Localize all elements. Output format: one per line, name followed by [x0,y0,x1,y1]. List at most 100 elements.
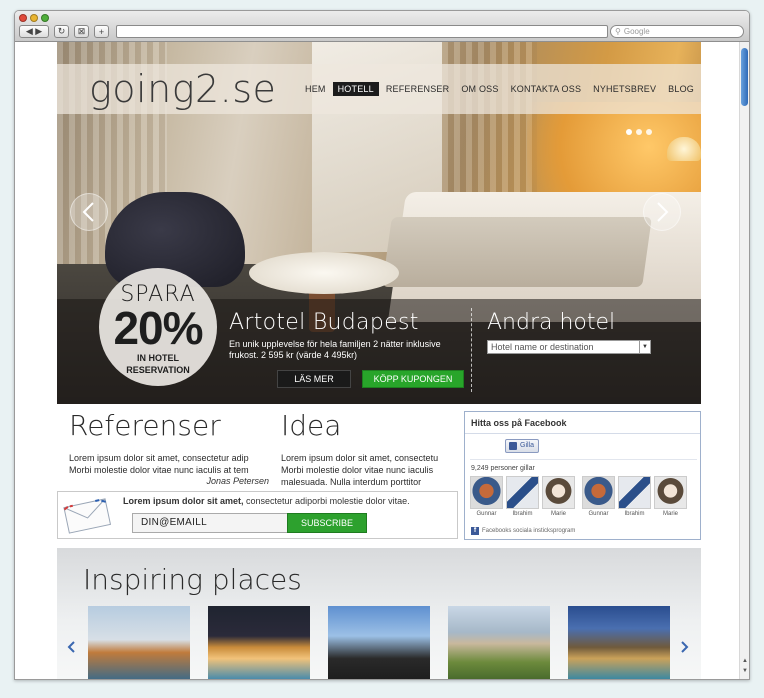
nav-item-hotell[interactable]: HOTELL [332,82,379,96]
place-thumbnail-fountain[interactable] [208,606,310,679]
chevron-right-icon [657,202,669,222]
newsletter-text: Lorem ipsum dolor sit amet, consectetur … [123,496,410,506]
forward-arrow-icon[interactable]: ▶ [35,26,42,37]
close-window-button[interactable] [19,14,27,22]
avatar[interactable] [582,476,615,509]
add-bookmark-button[interactable]: + [94,25,109,38]
address-bar[interactable] [116,25,608,38]
site-logo[interactable]: going2.se [89,70,276,108]
search-field[interactable]: ⚲ Google [610,25,744,38]
avatar[interactable] [542,476,575,509]
nav-item-nyhetsbrev[interactable]: NYHETSBREV [588,82,661,96]
minimize-window-button[interactable] [30,14,38,22]
reload-button[interactable]: ↻ [54,25,69,38]
hero-slider: going2.se HEM HOTELL REFERENSER OM OSS K… [57,42,701,404]
facebook-like-button[interactable]: Gilla [505,439,540,453]
fan-name: Ibrahim [624,511,645,517]
bookmark-button[interactable]: ⊠ [74,25,89,38]
read-more-button[interactable]: LÄS MER [277,370,351,388]
other-hotels-title: Andra hotel [487,310,616,335]
hotel-search-select[interactable]: Hotel name or destination ▼ [487,340,651,354]
facebook-fan[interactable]: Ibrahim [618,476,651,517]
subscribe-button[interactable]: SUBSCRIBE [287,513,367,533]
facebook-fan[interactable]: Marie [542,476,575,517]
newsletter-box: Lorem ipsum dolor sit amet, consectetur … [57,491,458,539]
avatar[interactable] [654,476,687,509]
offer-description: En unik upplevelse för hela familjen 2 n… [229,339,441,360]
discount-badge: SPARA 20% IN HOTEL RESERVATION [99,268,217,386]
facebook-fan[interactable]: Gunnar [582,476,615,517]
back-forward-buttons[interactable]: ◀ ▶ [19,25,49,38]
avatar[interactable] [470,476,503,509]
browser-window: ◀ ▶ ↻ ⊠ + ⚲ Google ▲ ▼ going2.se HEM HOT… [14,10,750,680]
slider-next-button[interactable] [643,193,681,231]
facebook-fan[interactable]: Marie [654,476,687,517]
like-label: Gilla [520,442,535,449]
dropdown-arrow-icon[interactable]: ▼ [639,341,650,353]
discount-line4: RESERVATION [126,365,190,375]
hotel-select-value: Hotel name or destination [491,342,594,352]
hero-photo-table [249,252,399,294]
buy-coupon-button[interactable]: KÖPP KUPONGEN [362,370,464,388]
search-icon: ⚲ [615,27,621,36]
place-thumbnail-pool[interactable] [88,606,190,679]
avatar[interactable] [618,476,651,509]
main-navigation: HEM HOTELL REFERENSER OM OSS KONTAKTA OS… [300,82,701,96]
nav-item-kontakta-oss[interactable]: KONTAKTA OSS [506,82,587,96]
carousel-next-icon[interactable] [679,640,689,654]
slide-dot[interactable] [626,129,632,135]
plus-icon: + [98,26,105,37]
vertical-scrollbar[interactable]: ▲ ▼ [739,42,749,679]
slide-indicator [626,129,652,135]
carousel-prev-icon[interactable] [67,640,77,654]
scrollbar-thumb[interactable] [741,48,748,106]
inspiring-places-section: Inspiring places [57,548,701,679]
fan-name: Marie [550,511,566,517]
facebook-footer: f Facebooks sociala insticksprogram [471,527,575,535]
email-field[interactable]: DIN@EMAILL [132,513,288,533]
thumbs-up-icon [509,442,517,450]
slide-dot[interactable] [636,129,642,135]
search-placeholder: Google [623,27,650,36]
facebook-widget-title: Hitta oss på Facebook [465,412,700,434]
nav-item-hem[interactable]: HEM [300,82,331,96]
back-arrow-icon[interactable]: ◀ [26,26,33,37]
referenser-author: Jonas Petersen [206,476,269,486]
facebook-footer-text[interactable]: Facebooks sociala insticksprogram [482,528,575,534]
facebook-faces: Gunnar Ibrahim Marie Gunnar Ibrahim Mari… [470,476,687,517]
bookmark-icon: ⊠ [77,26,86,36]
place-thumbnail-palace[interactable] [448,606,550,679]
place-thumbnail-skyscraper[interactable] [328,606,430,679]
scroll-down-icon[interactable]: ▼ [741,667,749,675]
idea-text: Lorem ipsum dolor sit amet, consectetu M… [281,453,439,487]
reload-icon: ↻ [57,26,66,36]
inspiring-places-heading: Inspiring places [83,563,302,596]
envelope-icon [63,498,112,534]
logo-text: going2.se [89,67,277,111]
fan-name: Gunnar [588,511,609,517]
facebook-icon: f [471,527,479,535]
window-controls [19,14,49,22]
fan-name: Marie [662,511,678,517]
facebook-widget: Hitta oss på Facebook Gilla 9,249 person… [464,411,701,540]
fan-name: Ibrahim [512,511,533,517]
slider-prev-button[interactable] [70,193,108,231]
newsletter-text-bold: Lorem ipsum dolor sit amet, [123,496,244,506]
facebook-like-count: 9,249 personer gillar [471,465,535,472]
browser-toolbar: ◀ ▶ ↻ ⊠ + ⚲ Google [15,11,749,42]
facebook-divider [470,459,697,460]
newsletter-text-rest: consectetur adiporbi molestie dolor vita… [243,496,410,506]
discount-percent: 20% [113,302,203,354]
nav-item-om-oss[interactable]: OM OSS [456,82,503,96]
facebook-fan[interactable]: Ibrahim [506,476,539,517]
referenser-text: Lorem ipsum dolor sit amet, consectetur … [69,453,249,475]
scroll-up-icon[interactable]: ▲ [741,657,749,665]
facebook-fan[interactable]: Gunnar [470,476,503,517]
place-thumbnail-resort[interactable] [568,606,670,679]
nav-item-blog[interactable]: BLOG [663,82,699,96]
zoom-window-button[interactable] [41,14,49,22]
referenser-heading: Referenser [69,409,221,442]
avatar[interactable] [506,476,539,509]
nav-item-referenser[interactable]: REFERENSER [381,82,455,96]
slide-dot[interactable] [646,129,652,135]
